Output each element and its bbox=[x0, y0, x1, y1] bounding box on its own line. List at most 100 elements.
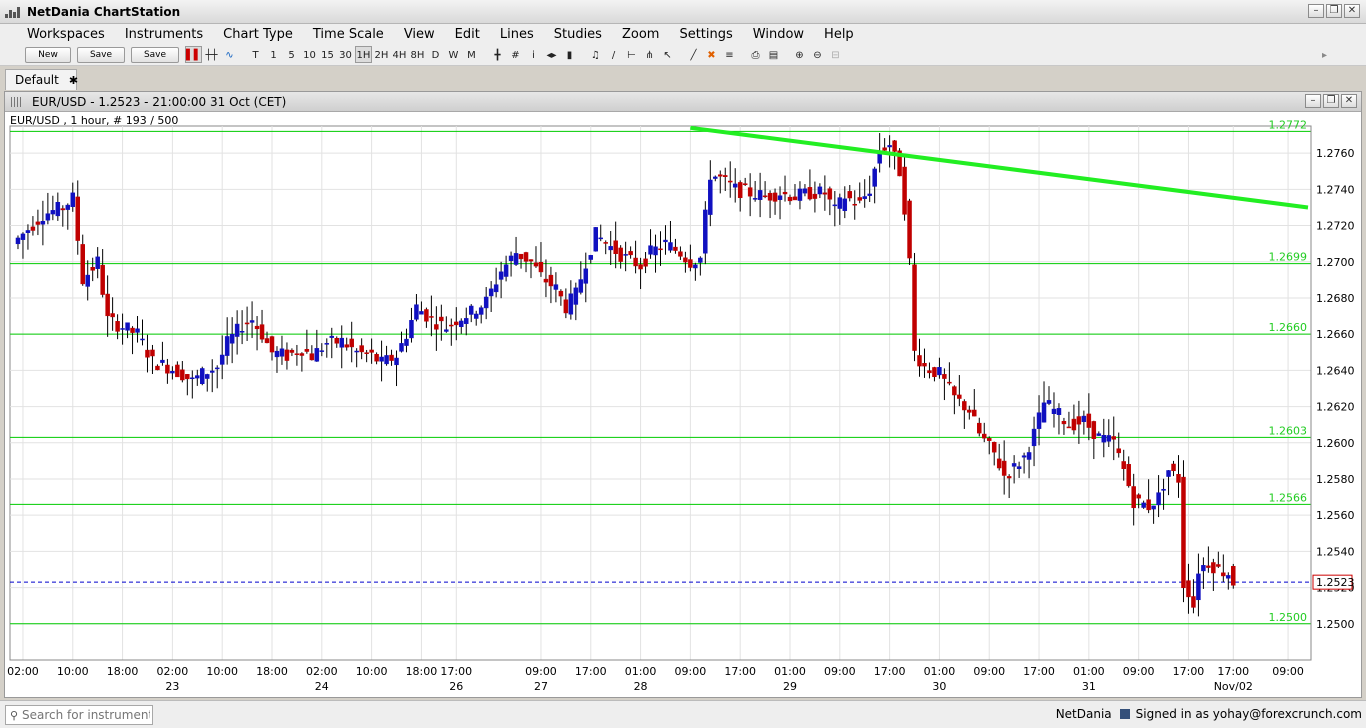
interval-1-button[interactable]: 1 bbox=[265, 46, 282, 63]
zoom-in-icon[interactable]: ⊕ bbox=[791, 46, 808, 63]
chart-title-text: EUR/USD - 1.2523 - 21:00:00 31 Oct (CET) bbox=[32, 94, 287, 109]
restore-icon[interactable]: ❐ bbox=[1326, 4, 1342, 18]
fibonacci-icon[interactable]: ⊢ bbox=[623, 46, 640, 63]
candle-body bbox=[349, 338, 354, 348]
window-grip-icon[interactable] bbox=[11, 96, 23, 107]
tab-default[interactable]: Default ✱ bbox=[5, 69, 78, 90]
price-chart[interactable]: 1.2772 1.2699 1.2660 1.2603 1.2566 1.2500 1.2… bbox=[5, 112, 1361, 697]
candle-body bbox=[130, 327, 135, 333]
x-date-label: 23 bbox=[165, 680, 179, 693]
x-date-label: 29 bbox=[783, 680, 797, 693]
candle-body bbox=[140, 338, 145, 341]
print-icon[interactable]: ⎙ bbox=[747, 46, 764, 63]
candle-body bbox=[947, 381, 952, 384]
interval-15-button[interactable]: 15 bbox=[319, 46, 336, 63]
candle-body bbox=[95, 256, 100, 269]
zoom-out-icon[interactable]: ⊖ bbox=[809, 46, 826, 63]
draw-line-icon[interactable]: ╱ bbox=[685, 46, 702, 63]
interval-M-button[interactable]: M bbox=[463, 46, 480, 63]
level-label: 1.2772 bbox=[1269, 118, 1308, 131]
close-tab-icon[interactable]: ✱ bbox=[69, 74, 78, 87]
interval-2H-button[interactable]: 2H bbox=[373, 46, 390, 63]
menu-edit[interactable]: Edit bbox=[445, 27, 490, 42]
interval-1H-button[interactable]: 1H bbox=[355, 46, 372, 63]
info-icon[interactable]: i bbox=[525, 46, 542, 63]
candle-body bbox=[454, 321, 459, 326]
instrument-search[interactable]: ⚲ bbox=[5, 705, 153, 725]
volume-icon[interactable]: ▮ bbox=[561, 46, 578, 63]
menu-time-scale[interactable]: Time Scale bbox=[303, 27, 394, 42]
menu-view[interactable]: View bbox=[394, 27, 445, 42]
candle-body bbox=[120, 328, 125, 330]
menu-window[interactable]: Window bbox=[743, 27, 814, 42]
new-button[interactable]: New bbox=[25, 46, 71, 63]
candle-body bbox=[85, 274, 90, 287]
chart-close-icon[interactable]: ✕ bbox=[1341, 94, 1357, 108]
candle-body bbox=[459, 320, 464, 327]
close-icon[interactable]: ✕ bbox=[1344, 4, 1360, 18]
interval-D-button[interactable]: D bbox=[427, 46, 444, 63]
candle-body bbox=[1071, 418, 1077, 431]
candlestick-icon[interactable]: ▌▌ bbox=[185, 46, 202, 63]
candle-body bbox=[284, 349, 290, 361]
interval-T-button[interactable]: T bbox=[247, 46, 264, 63]
collapse-toolbar-icon[interactable]: ▸ bbox=[1316, 46, 1333, 63]
candle-body bbox=[802, 188, 808, 194]
candle-body bbox=[832, 204, 838, 207]
candle-body bbox=[573, 287, 579, 305]
fan-icon[interactable]: ⋔ bbox=[641, 46, 658, 63]
ohlc-bars-icon[interactable]: ┼┼ bbox=[203, 46, 220, 63]
candle-body bbox=[982, 433, 987, 439]
interval-8H-button[interactable]: 8H bbox=[409, 46, 426, 63]
level-label: 1.2699 bbox=[1269, 251, 1308, 264]
candle-body bbox=[752, 198, 758, 200]
scroll-icon[interactable]: ◂▸ bbox=[543, 46, 560, 63]
bell-icon[interactable]: ♫ bbox=[587, 46, 604, 63]
menu-zoom[interactable]: Zoom bbox=[612, 27, 669, 42]
candle-body bbox=[1131, 486, 1136, 509]
candle-body bbox=[468, 305, 474, 315]
interval-30-button[interactable]: 30 bbox=[337, 46, 354, 63]
chart-restore-icon[interactable]: ❐ bbox=[1323, 94, 1339, 108]
candle-body bbox=[1146, 499, 1151, 511]
interval-5-button[interactable]: 5 bbox=[283, 46, 300, 63]
cursor-icon[interactable]: ↖ bbox=[659, 46, 676, 63]
interval-4H-button[interactable]: 4H bbox=[391, 46, 408, 63]
zoom-reset-icon[interactable]: ⊟ bbox=[827, 46, 844, 63]
interval-10-button[interactable]: 10 bbox=[301, 46, 318, 63]
crosshair-icon[interactable]: ╋ bbox=[489, 46, 506, 63]
menu-studies[interactable]: Studies bbox=[544, 27, 612, 42]
candle-body bbox=[1086, 413, 1092, 428]
x-tick-label: 17:00 bbox=[724, 665, 756, 678]
candle-body bbox=[812, 193, 818, 199]
menu-instruments[interactable]: Instruments bbox=[115, 27, 213, 42]
line-style-icon[interactable]: ≡ bbox=[721, 46, 738, 63]
x-tick-label: 02:00 bbox=[157, 665, 189, 678]
x-tick-label: 01:00 bbox=[1073, 665, 1105, 678]
trendline-icon[interactable]: / bbox=[605, 46, 622, 63]
chart-minimize-icon[interactable]: – bbox=[1305, 94, 1321, 108]
candle-body bbox=[862, 196, 867, 199]
save-button[interactable]: Save bbox=[77, 46, 125, 63]
candle-body bbox=[135, 328, 140, 333]
menu-workspaces[interactable]: Workspaces bbox=[17, 27, 115, 42]
x-date-label: 31 bbox=[1082, 680, 1096, 693]
print-preview-icon[interactable]: ▤ bbox=[765, 46, 782, 63]
menu-help[interactable]: Help bbox=[814, 27, 864, 42]
menu-settings[interactable]: Settings bbox=[669, 27, 742, 42]
save-as-button[interactable]: Save as.. bbox=[131, 46, 179, 74]
candle-body bbox=[30, 226, 36, 231]
delete-lines-icon[interactable]: ✖ bbox=[703, 46, 720, 63]
x-tick-label: 10:00 bbox=[57, 665, 89, 678]
candle-body bbox=[887, 145, 892, 148]
search-input[interactable] bbox=[22, 708, 150, 722]
line-chart-icon[interactable]: ∿ bbox=[221, 46, 238, 63]
menu-lines[interactable]: Lines bbox=[490, 27, 544, 42]
grid-icon[interactable]: # bbox=[507, 46, 524, 63]
minimize-icon[interactable]: – bbox=[1308, 4, 1324, 18]
interval-W-button[interactable]: W bbox=[445, 46, 462, 63]
candle-body bbox=[100, 264, 105, 295]
candle-body bbox=[1041, 402, 1047, 423]
menu-chart-type[interactable]: Chart Type bbox=[213, 27, 303, 42]
x-date-label: 27 bbox=[534, 680, 548, 693]
